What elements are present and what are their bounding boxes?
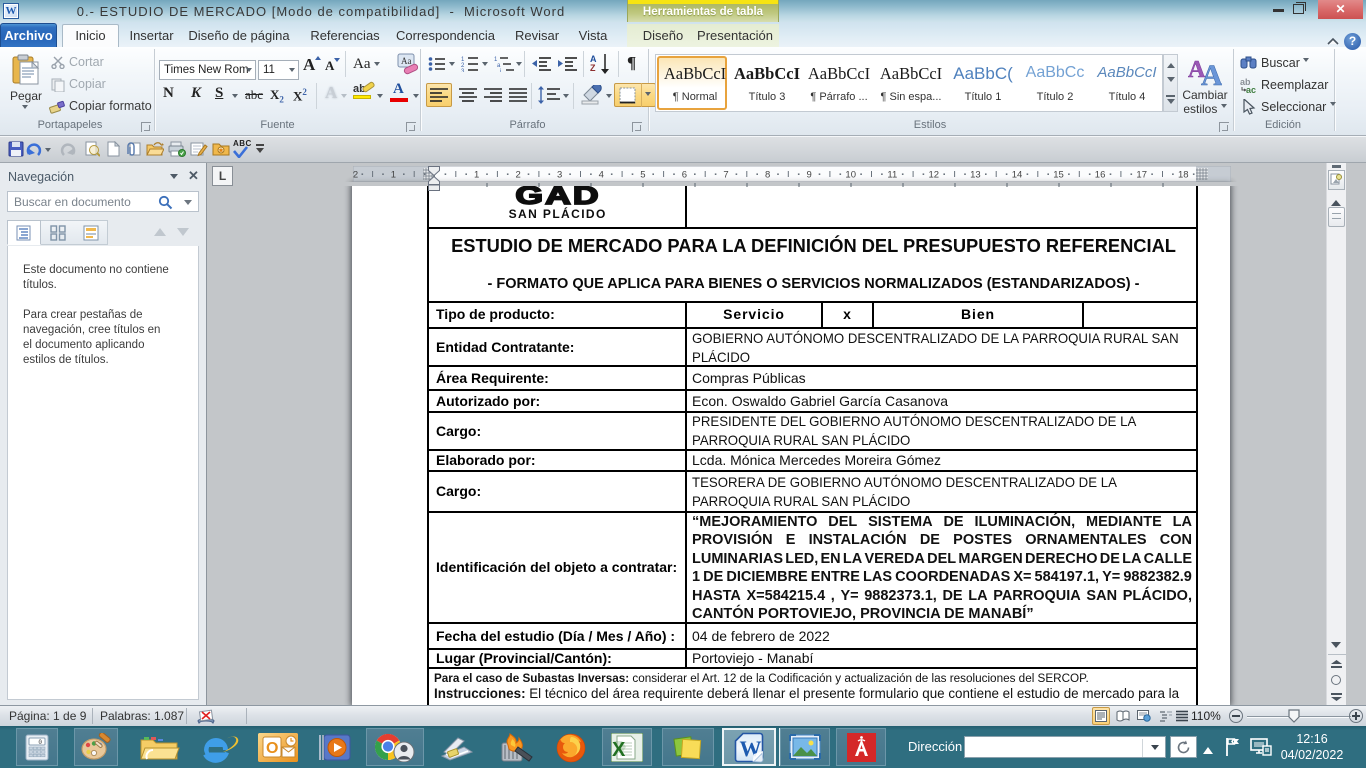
svg-text:ac: ac [1246, 85, 1256, 93]
svg-text:O: O [266, 740, 278, 757]
svg-text:A: A [1201, 59, 1222, 87]
svg-text:13: 13 [970, 170, 981, 181]
svg-text:2: 2 [515, 170, 520, 181]
svg-text:4: 4 [599, 170, 604, 181]
svg-text:8: 8 [765, 170, 770, 181]
svg-text:3: 3 [461, 69, 465, 72]
svg-text:X: X [612, 739, 626, 761]
svg-text:5: 5 [640, 170, 645, 181]
svg-text:3: 3 [557, 170, 562, 181]
svg-text:18: 18 [1178, 170, 1189, 181]
svg-text:1: 1 [391, 170, 396, 181]
svg-text:12: 12 [929, 170, 940, 181]
svg-text:10: 10 [845, 170, 856, 181]
svg-text:7: 7 [723, 170, 728, 181]
svg-text:15: 15 [1053, 170, 1064, 181]
svg-text:11: 11 [887, 170, 897, 181]
svg-text:14: 14 [1012, 170, 1023, 181]
svg-text:i: i [500, 69, 501, 72]
svg-text:9: 9 [806, 170, 811, 181]
svg-text:6: 6 [682, 170, 687, 181]
svg-text:Aa: Aa [401, 56, 412, 66]
svg-text:16: 16 [1095, 170, 1106, 181]
svg-text:17: 17 [1136, 170, 1147, 181]
svg-text:1: 1 [474, 170, 479, 181]
svg-text:0: 0 [38, 739, 42, 746]
